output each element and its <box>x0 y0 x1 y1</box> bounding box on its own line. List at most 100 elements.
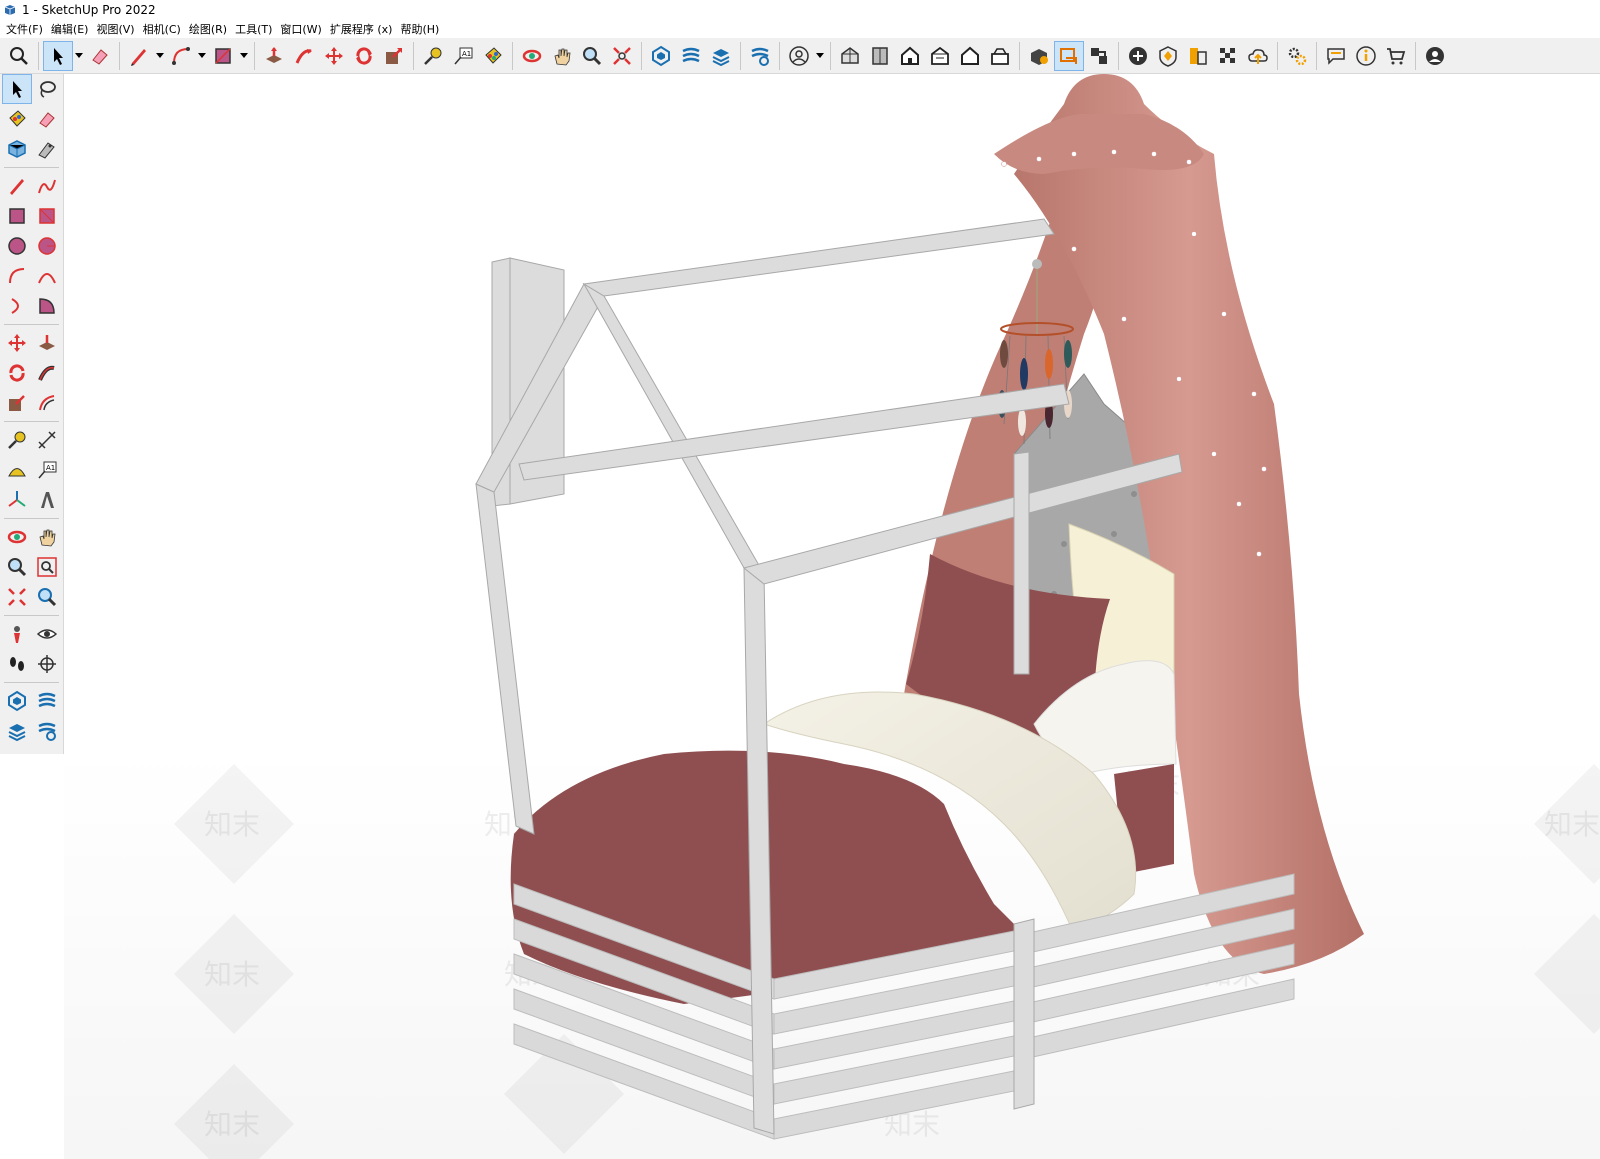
zoom-extents-tool[interactable] <box>2 582 32 612</box>
follow-me-tool-button[interactable] <box>289 41 319 71</box>
search-button[interactable] <box>4 41 34 71</box>
axes-tool[interactable] <box>2 485 32 515</box>
scale-tool[interactable] <box>2 388 32 418</box>
layers-button[interactable] <box>706 41 736 71</box>
push-pull-tool-button[interactable] <box>259 41 289 71</box>
rotated-rectangle-tool[interactable] <box>32 201 62 231</box>
section-display-button[interactable] <box>1054 40 1084 71</box>
dimension-tool[interactable] <box>32 425 62 455</box>
select-tool[interactable] <box>2 74 32 104</box>
three-point-arc-tool[interactable] <box>2 291 32 321</box>
tag-tool[interactable] <box>32 134 62 164</box>
chat-button[interactable] <box>1321 41 1351 71</box>
scale-tool-button[interactable] <box>379 41 409 71</box>
orbit-tool[interactable] <box>2 522 32 552</box>
menu-window[interactable]: 窗口(W) <box>278 21 327 37</box>
pan-tool[interactable] <box>32 522 62 552</box>
walk-tool[interactable] <box>2 649 32 679</box>
rectangle-tool[interactable] <box>2 201 32 231</box>
move-tool[interactable] <box>2 328 32 358</box>
section-plane-tool[interactable] <box>32 649 62 679</box>
profile-button[interactable] <box>1420 41 1450 71</box>
push-pull-tool[interactable] <box>32 328 62 358</box>
extension-manager-tool[interactable] <box>32 716 62 746</box>
extension-warehouse-tool[interactable] <box>32 686 62 716</box>
menu-edit[interactable]: 编辑(E) <box>49 21 95 37</box>
cloud-upload-button[interactable] <box>1243 41 1273 71</box>
protractor-tool[interactable] <box>2 455 32 485</box>
layout-tool[interactable] <box>2 716 32 746</box>
pan-tool-button[interactable] <box>547 41 577 71</box>
front-view-button[interactable] <box>895 41 925 71</box>
eraser-tool-button[interactable] <box>85 41 115 71</box>
text-tool-button[interactable]: A1 <box>448 41 478 71</box>
lasso-tool[interactable] <box>32 74 62 104</box>
move-tool-button[interactable] <box>319 41 349 71</box>
previous-view-tool[interactable] <box>32 582 62 612</box>
back-view-button[interactable] <box>955 41 985 71</box>
menu-file[interactable]: 文件(F) <box>4 21 49 37</box>
section-cuts-button[interactable] <box>1084 41 1114 71</box>
paint-tool[interactable] <box>2 104 32 134</box>
orbit-tool-button[interactable] <box>517 41 547 71</box>
warehouse-button[interactable] <box>646 41 676 71</box>
checker-button[interactable] <box>1213 41 1243 71</box>
arc-tool[interactable] <box>2 261 32 291</box>
iso-view-button[interactable] <box>835 41 865 71</box>
cart-button[interactable] <box>1381 41 1411 71</box>
section-plane-button[interactable] <box>1024 41 1054 71</box>
rotate-tool[interactable] <box>2 358 32 388</box>
3d-scene[interactable]: 知末 知末 知末 知末 知末 知末 知末 知末 知末 知末 知末 知末 知末 <box>64 74 1600 1159</box>
position-camera-tool[interactable] <box>2 619 32 649</box>
warehouse-tool[interactable] <box>2 686 32 716</box>
rectangle-tool-button[interactable] <box>208 41 238 71</box>
tape-measure-tool-button[interactable] <box>418 41 448 71</box>
circle-tool[interactable] <box>2 231 32 261</box>
two-point-arc-tool[interactable] <box>32 261 62 291</box>
info-button[interactable] <box>1351 41 1381 71</box>
follow-me-tool[interactable] <box>32 358 62 388</box>
component-tool[interactable] <box>2 134 32 164</box>
menu-extensions[interactable]: 扩展程序 (x) <box>328 21 399 37</box>
shield-button[interactable] <box>1153 41 1183 71</box>
polygon-tool[interactable] <box>32 231 62 261</box>
tape-measure-tool[interactable] <box>2 425 32 455</box>
zoom-window-tool[interactable] <box>32 552 62 582</box>
select-dropdown[interactable] <box>73 41 85 71</box>
freehand-tool[interactable] <box>32 171 62 201</box>
line-tool-button[interactable] <box>124 41 154 71</box>
materials-button[interactable] <box>1183 41 1213 71</box>
offset-tool[interactable] <box>32 388 62 418</box>
account-dropdown[interactable] <box>814 41 826 71</box>
rectangle-dropdown[interactable] <box>238 41 250 71</box>
rotate-tool-button[interactable] <box>349 41 379 71</box>
pie-tool[interactable] <box>32 291 62 321</box>
zoom-extents-tool-button[interactable] <box>607 41 637 71</box>
menu-tools[interactable]: 工具(T) <box>233 21 278 37</box>
menu-draw[interactable]: 绘图(R) <box>187 21 233 37</box>
menu-view[interactable]: 视图(V) <box>94 21 140 37</box>
settings-button[interactable] <box>1282 41 1312 71</box>
paint-bucket-tool-button[interactable] <box>478 41 508 71</box>
text-tool[interactable]: A1 <box>32 455 62 485</box>
extension-manager-button[interactable] <box>745 41 775 71</box>
eraser-tool[interactable] <box>32 104 62 134</box>
3d-text-tool[interactable] <box>32 485 62 515</box>
line-tool[interactable] <box>2 171 32 201</box>
menu-camera[interactable]: 相机(C) <box>141 21 187 37</box>
left-view-button[interactable] <box>985 41 1015 71</box>
extension-warehouse-button[interactable] <box>676 41 706 71</box>
right-view-button[interactable] <box>925 41 955 71</box>
arc-dropdown[interactable] <box>196 41 208 71</box>
menu-help[interactable]: 帮助(H) <box>398 21 445 37</box>
account-button[interactable] <box>784 41 814 71</box>
arc-tool-button[interactable] <box>166 41 196 71</box>
top-view-button[interactable] <box>865 41 895 71</box>
model-viewport[interactable]: 知末 知末 知末 知末 知末 知末 知末 知末 知末 知末 知末 知末 知末 <box>64 74 1600 1159</box>
line-dropdown[interactable] <box>154 41 166 71</box>
zoom-tool-button[interactable] <box>577 41 607 71</box>
add-button[interactable] <box>1123 41 1153 71</box>
zoom-tool[interactable] <box>2 552 32 582</box>
select-tool-button[interactable] <box>43 40 73 71</box>
look-around-tool[interactable] <box>32 619 62 649</box>
